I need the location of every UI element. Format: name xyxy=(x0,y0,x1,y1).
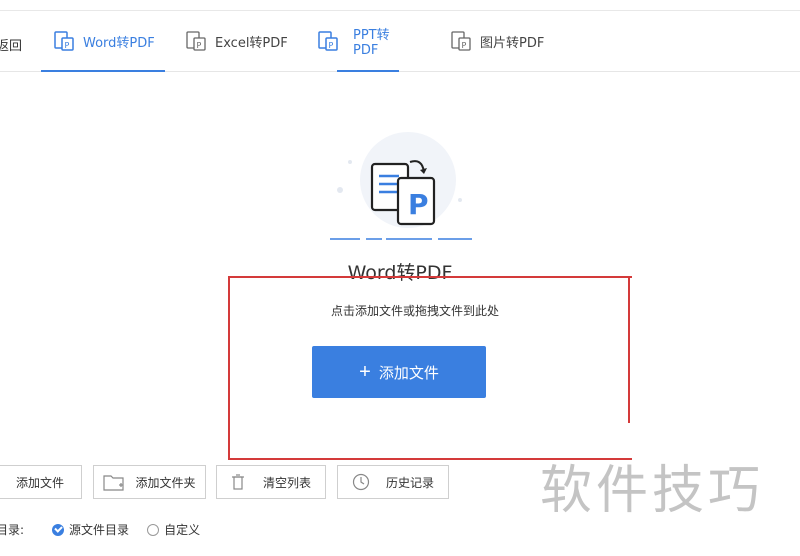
tab-label: Word转PDF xyxy=(83,35,155,51)
svg-text:P: P xyxy=(197,41,202,50)
toolbar-history-button[interactable]: 历史记录 xyxy=(337,465,449,499)
toolbar-history-label: 历史记录 xyxy=(385,475,434,490)
tab-bar: 返回 P Word转PDF P Excel转PDF P PPT转PDF P 图片… xyxy=(0,11,800,72)
output-directory-row: 目录: 源文件目录 自定义 xyxy=(0,521,200,538)
svg-text:P: P xyxy=(65,41,70,50)
annotation-highlight-box xyxy=(228,276,632,460)
toolbar-add-file-label: 添加文件 xyxy=(15,475,64,490)
radio-source-directory[interactable] xyxy=(52,523,65,536)
toolbar-clear-list-button[interactable]: 清空列表 xyxy=(216,465,326,499)
toolbar-add-folder-label: 添加文件夹 xyxy=(135,475,196,490)
window-top-edge xyxy=(0,0,800,11)
svg-text:P: P xyxy=(408,188,429,221)
ppt-to-pdf-icon: P xyxy=(318,31,338,51)
radio-source-directory-label: 源文件目录 xyxy=(69,523,130,537)
trash-icon xyxy=(231,474,244,490)
toolbar-add-folder-button[interactable]: 添加文件夹 xyxy=(93,465,206,499)
toolbar-clear-list-label: 清空列表 xyxy=(262,475,311,490)
excel-to-pdf-icon: P xyxy=(186,31,206,51)
tab-image-to-pdf[interactable]: P 图片转PDF xyxy=(450,11,560,71)
tab-label: PPT转PDF xyxy=(353,28,390,58)
active-tab-underline xyxy=(337,70,399,72)
word-convert-pdf-icon: P xyxy=(330,132,472,240)
image-to-pdf-icon: P xyxy=(451,31,471,51)
back-link[interactable]: 返回 xyxy=(0,35,22,54)
tab-word-to-pdf[interactable]: P Word转PDF xyxy=(41,11,165,72)
toolbar-add-file-button[interactable]: 添加文件 xyxy=(0,465,82,499)
tab-ppt-to-pdf[interactable]: P PPT转PDF xyxy=(318,11,399,72)
watermark-text: 软件技巧 xyxy=(540,461,765,521)
output-directory-label: 目录: xyxy=(0,523,25,537)
clock-icon xyxy=(352,473,370,491)
tab-label: 图片转PDF xyxy=(480,35,545,51)
word-to-pdf-icon: P xyxy=(54,31,74,51)
tab-label: Excel转PDF xyxy=(215,35,288,51)
radio-custom-directory[interactable] xyxy=(147,523,160,536)
radio-custom-directory-label: 自定义 xyxy=(164,523,201,537)
tab-excel-to-pdf[interactable]: P Excel转PDF xyxy=(185,11,295,71)
active-tab-underline xyxy=(41,70,165,72)
annotation-highlight-right-edge xyxy=(628,276,630,423)
svg-text:P: P xyxy=(329,41,334,50)
folder-add-icon xyxy=(103,475,125,491)
svg-text:P: P xyxy=(462,41,467,50)
